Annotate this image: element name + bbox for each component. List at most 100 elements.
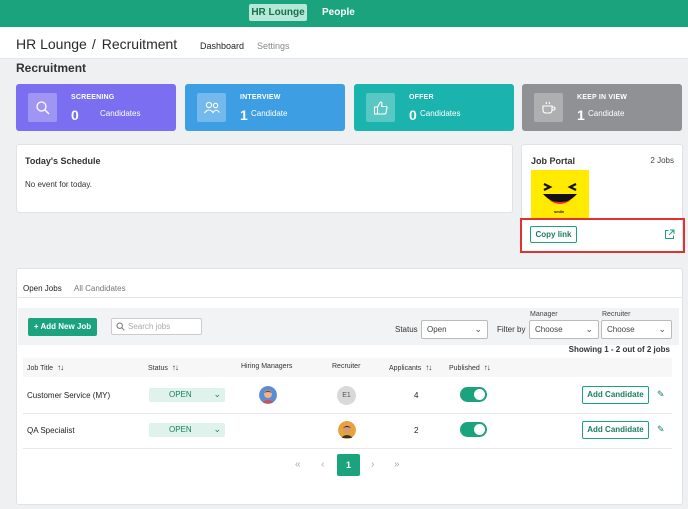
status-filter-label: Status [395, 325, 418, 334]
search-icon [116, 322, 125, 334]
pagination-last[interactable]: » [394, 459, 400, 470]
stat-label: SCREENING [71, 94, 115, 101]
topnav-hr-lounge[interactable]: HR Lounge [249, 4, 307, 21]
add-candidate-button[interactable]: Add Candidate [582, 386, 649, 404]
stat-count: 0 [71, 107, 79, 123]
edit-icon[interactable]: ✎ [657, 389, 665, 400]
applicants-count[interactable]: 2 [414, 426, 418, 435]
status-value: OPEN [169, 390, 192, 399]
col-hiring-managers: Hiring Managers [241, 363, 293, 370]
stat-unit: Candidates [420, 109, 461, 118]
breadcrumb-separator: / [91, 36, 96, 52]
status-select[interactable]: Open ⌄ [421, 320, 488, 339]
status-value: OPEN [169, 425, 192, 434]
sort-icon[interactable]: ↑↓ [425, 363, 432, 372]
col-applicants[interactable]: Applicants ↑↓ [389, 363, 432, 372]
add-candidate-button[interactable]: Add Candidate [582, 421, 649, 439]
row-divider [23, 448, 672, 449]
job-title[interactable]: Customer Service (MY) [27, 391, 110, 400]
search-jobs-input[interactable] [128, 321, 198, 332]
results-count: Showing 1 - 2 out of 2 jobs [568, 345, 670, 354]
chevron-down-icon: ⌄ [213, 389, 221, 399]
stat-count: 1 [577, 107, 585, 123]
top-navbar: HR Lounge People [0, 0, 688, 27]
page-header: HR Lounge / Recruitment ⌄ Dashboard Settin… [0, 27, 688, 59]
tabs-divider [16, 297, 683, 298]
stat-card-screening[interactable]: SCREENING 0 Candidates [16, 84, 176, 131]
recruiter-label: Recruiter [602, 311, 631, 318]
status-select-value: Open [427, 325, 447, 334]
stat-label: INTERVIEW [240, 94, 281, 101]
search-box [111, 318, 202, 335]
chevron-down-icon: ⌄ [658, 324, 666, 334]
col-published[interactable]: Published ↑↓ [449, 363, 491, 372]
filter-by-label: Filter by [497, 325, 526, 334]
job-title[interactable]: QA Specialist [27, 426, 75, 435]
sort-icon[interactable]: ↑↓ [484, 363, 491, 372]
pagination-current-page[interactable]: 1 [337, 454, 360, 476]
tab-open-jobs[interactable]: Open Jobs [23, 284, 62, 293]
search-icon [28, 93, 57, 122]
add-new-job-button[interactable]: + Add New Job [28, 318, 97, 336]
stat-card-interview[interactable]: INTERVIEW 1 Candidate [185, 84, 345, 131]
highlight-box [520, 218, 685, 253]
stat-card-keep-in-view[interactable]: KEEP IN VIEW 1 Candidate [522, 84, 682, 131]
topnav-people[interactable]: People [322, 4, 355, 21]
chevron-down-icon: ⌄ [585, 324, 593, 334]
pagination-first[interactable]: « [295, 459, 301, 470]
edit-icon[interactable]: ✎ [657, 424, 665, 435]
schedule-empty-text: No event for today. [25, 180, 92, 189]
tab-settings[interactable]: Settings [257, 41, 290, 51]
stat-unit: Candidates [100, 109, 141, 118]
company-logo: smile [531, 170, 589, 218]
breadcrumb-app[interactable]: HR Lounge [16, 36, 87, 52]
chevron-down-icon[interactable]: ⌄ [163, 36, 171, 47]
stat-unit: Candidate [251, 109, 288, 118]
recruiter-initials-avatar[interactable]: E1 [337, 386, 356, 405]
manager-select-value: Choose [535, 325, 563, 334]
chevron-down-icon: ⌄ [213, 424, 221, 434]
tab-dashboard[interactable]: Dashboard [200, 41, 244, 51]
published-toggle[interactable] [460, 422, 487, 437]
col-recruiter: Recruiter [332, 363, 361, 370]
row-divider [23, 413, 672, 414]
stat-count: 0 [409, 107, 417, 123]
job-portal-count: 2 Jobs [650, 156, 674, 165]
recruiter-select[interactable]: Choose ⌄ [601, 320, 672, 339]
avatar[interactable] [338, 421, 356, 439]
col-label: Job Title [27, 365, 54, 372]
stat-label: OFFER [409, 94, 434, 101]
stat-unit: Candidate [588, 109, 625, 118]
pagination-prev[interactable]: ‹ [321, 459, 324, 470]
stat-count: 1 [240, 107, 248, 123]
status-dropdown[interactable]: OPEN ⌄ [149, 388, 225, 402]
recruiter-select-value: Choose [607, 325, 635, 334]
manager-label: Manager [530, 311, 558, 318]
col-label: Status [148, 365, 168, 372]
logo-caption: smile [554, 209, 565, 214]
col-status[interactable]: Status ↑↓ [148, 363, 179, 372]
status-dropdown[interactable]: OPEN ⌄ [149, 423, 225, 437]
manager-select[interactable]: Choose ⌄ [529, 320, 599, 339]
sort-icon[interactable]: ↑↓ [57, 363, 64, 372]
stat-card-offer[interactable]: OFFER 0 Candidates [354, 84, 514, 131]
published-toggle[interactable] [460, 387, 487, 402]
page-title: Recruitment [16, 61, 87, 75]
chevron-down-icon: ⌄ [474, 324, 482, 334]
tab-all-candidates[interactable]: All Candidates [74, 284, 126, 293]
col-label: Applicants [389, 365, 422, 372]
avatar[interactable] [259, 386, 277, 404]
col-job-title[interactable]: Job Title ↑↓ [27, 363, 64, 372]
schedule-panel: Today's Schedule No event for today. [16, 144, 513, 213]
sort-icon[interactable]: ↑↓ [172, 363, 179, 372]
job-portal-title: Job Portal [531, 156, 576, 166]
col-label: Published [449, 365, 480, 372]
applicants-count[interactable]: 4 [414, 391, 418, 400]
coffee-icon [534, 93, 563, 122]
stat-label: KEEP IN VIEW [577, 94, 628, 101]
schedule-title: Today's Schedule [25, 156, 101, 166]
thumbs-up-icon [366, 93, 395, 122]
breadcrumb: HR Lounge / Recruitment ⌄ [16, 36, 177, 52]
pagination-next[interactable]: › [371, 459, 374, 470]
people-icon [197, 93, 226, 122]
